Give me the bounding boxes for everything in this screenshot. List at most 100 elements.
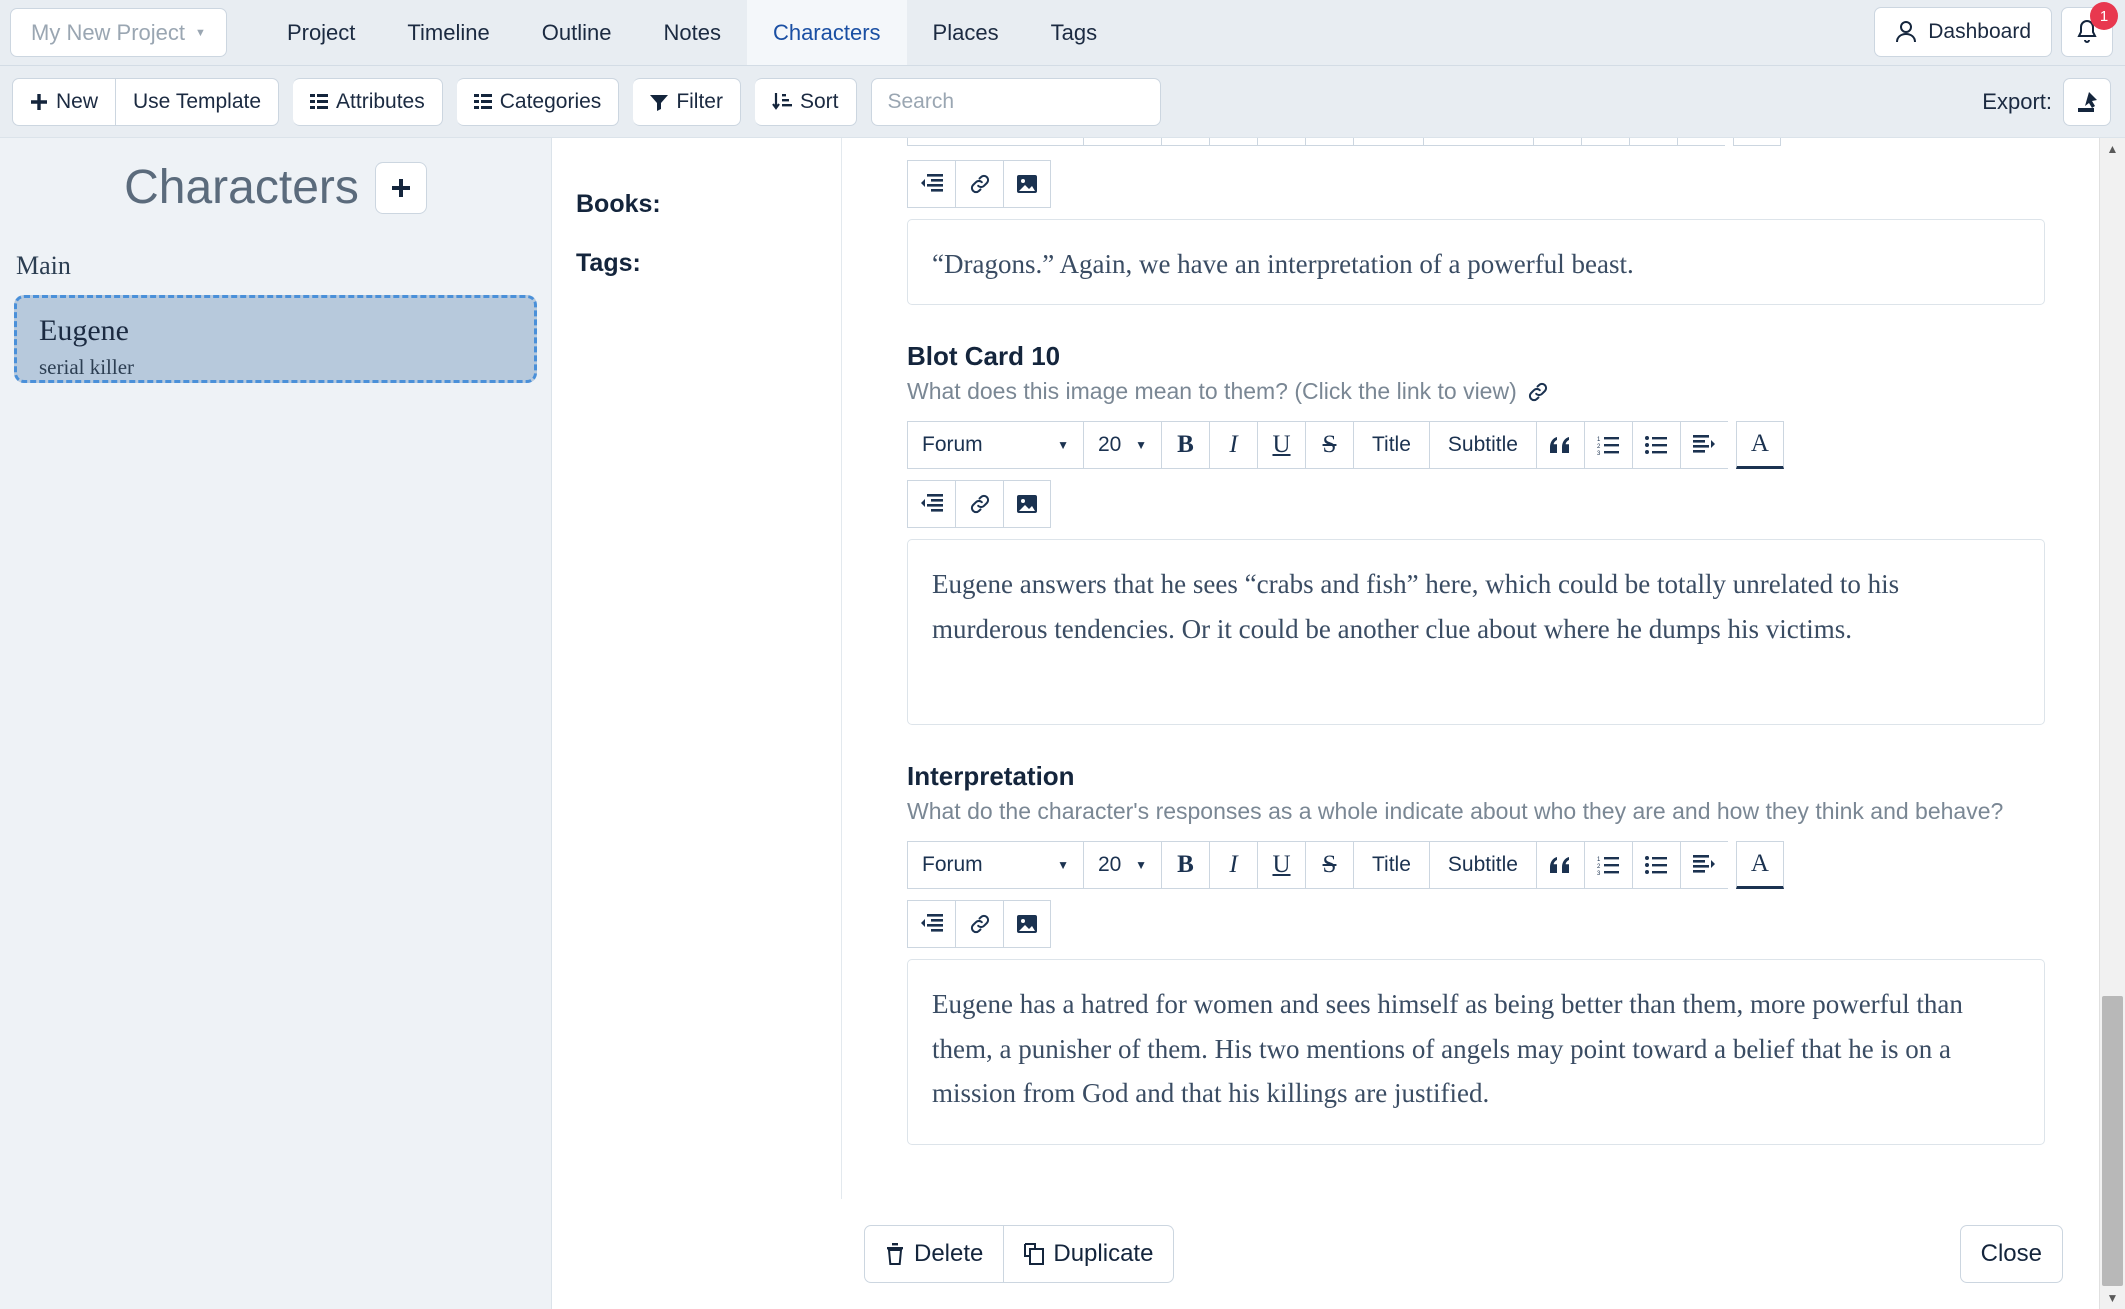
blockquote-button[interactable] (1536, 841, 1584, 889)
blot-card-10-description: What does this image mean to them? (Clic… (907, 378, 1517, 405)
italic-button[interactable]: I (1209, 841, 1257, 889)
subtitle-style-button[interactable]: Subtitle (1429, 421, 1536, 469)
add-character-button[interactable] (375, 162, 427, 214)
character-card-eugene[interactable]: Eugene serial killer (14, 295, 537, 383)
search-input[interactable] (871, 78, 1161, 126)
notifications-button[interactable]: 1 (2061, 7, 2113, 57)
detail-fields-column: “Dragons.” Again, we have an interpretat… (842, 138, 2125, 1309)
interpretation-textarea[interactable]: Eugene has a hatred for women and sees h… (907, 959, 2045, 1145)
editor-toolbar-row2 (907, 480, 1054, 528)
blot-card-10-text: Eugene answers that he sees “crabs and f… (932, 569, 1899, 644)
blockquote-button[interactable] (1536, 421, 1584, 469)
bold-button[interactable]: B (1161, 841, 1209, 889)
close-button[interactable]: Close (1960, 1225, 2063, 1283)
chevron-down-icon: ▼ (1135, 858, 1147, 872)
blot-card-10-textarea[interactable]: Eugene answers that he sees “crabs and f… (907, 539, 2045, 725)
sort-button[interactable]: Sort (755, 78, 857, 126)
plus-icon (390, 177, 412, 199)
font-family-select-clipped[interactable] (907, 138, 1083, 146)
image-button[interactable] (1003, 900, 1051, 948)
text-color-button[interactable]: A (1736, 841, 1784, 889)
link-button[interactable] (955, 900, 1003, 948)
tab-characters[interactable]: Characters (747, 0, 907, 65)
bold-button[interactable]: B (1161, 421, 1209, 469)
new-button[interactable]: New (12, 78, 116, 126)
blot-card-9-textarea[interactable]: “Dragons.” Again, we have an interpretat… (907, 219, 2045, 305)
categories-button[interactable]: Categories (457, 78, 620, 126)
bold-button-clipped[interactable] (1161, 138, 1209, 146)
tab-label: Places (933, 20, 999, 46)
export-button[interactable] (2063, 78, 2111, 126)
bullet-list-button-clipped[interactable] (1629, 138, 1677, 146)
tab-timeline[interactable]: Timeline (381, 0, 515, 65)
tab-label: Project (287, 20, 355, 46)
scroll-up-arrow-icon[interactable]: ▲ (2100, 138, 2125, 160)
interpretation-text: Eugene has a hatred for women and sees h… (932, 989, 1963, 1108)
page-title: Characters (124, 160, 359, 215)
text-color-button-clipped[interactable] (1733, 138, 1781, 146)
tab-outline[interactable]: Outline (516, 0, 638, 65)
categories-group: Categories (457, 78, 620, 126)
export-icon (2075, 90, 2099, 114)
title-button-clipped[interactable] (1353, 138, 1423, 146)
strike-button-clipped[interactable] (1305, 138, 1353, 146)
tab-places[interactable]: Places (907, 0, 1025, 65)
italic-button[interactable]: I (1209, 421, 1257, 469)
strikethrough-button[interactable]: S (1305, 841, 1353, 889)
use-template-button[interactable]: Use Template (116, 78, 279, 126)
font-family-select[interactable]: Forum ▼ (907, 841, 1083, 889)
svg-text:1: 1 (1597, 857, 1601, 863)
font-size-select[interactable]: 20 ▼ (1083, 841, 1161, 889)
blot-card-10-description-row: What does this image mean to them? (Clic… (907, 378, 2045, 405)
outdent-button[interactable] (907, 480, 955, 528)
scrollbar-thumb[interactable] (2102, 996, 2123, 1286)
bullet-list-button[interactable] (1632, 841, 1680, 889)
tab-notes[interactable]: Notes (637, 0, 746, 65)
attributes-button[interactable]: Attributes (293, 78, 443, 126)
editor-toolbar-clipped[interactable] (907, 138, 1959, 146)
font-size-select[interactable]: 20 ▼ (1083, 421, 1161, 469)
strikethrough-button[interactable]: S (1305, 421, 1353, 469)
image-button[interactable] (1003, 160, 1051, 208)
title-style-button[interactable]: Title (1353, 841, 1429, 889)
italic-button-clipped[interactable] (1209, 138, 1257, 146)
tab-tags[interactable]: Tags (1025, 0, 1123, 65)
dashboard-button[interactable]: Dashboard (1874, 7, 2052, 57)
subtitle-button-clipped[interactable] (1423, 138, 1533, 146)
indent-button[interactable] (1680, 841, 1728, 889)
detail-meta-column: Books: Tags: (552, 138, 842, 1309)
underline-button[interactable]: U (1257, 841, 1305, 889)
ordered-list-button[interactable]: 123 (1584, 841, 1632, 889)
outdent-button[interactable] (907, 160, 955, 208)
image-button[interactable] (1003, 480, 1051, 528)
title-style-button[interactable]: Title (1353, 421, 1429, 469)
project-selector[interactable]: My New Project ▼ (10, 8, 227, 57)
duplicate-button[interactable]: Duplicate (1004, 1225, 1174, 1283)
detail-footer: Delete Duplicate Close (552, 1199, 2125, 1309)
delete-button[interactable]: Delete (864, 1225, 1004, 1283)
indent-button-clipped[interactable] (1677, 138, 1725, 146)
tab-project[interactable]: Project (261, 0, 381, 65)
blockquote-button-clipped[interactable] (1533, 138, 1581, 146)
filter-button[interactable]: Filter (633, 78, 741, 126)
subtitle-style-button[interactable]: Subtitle (1429, 841, 1536, 889)
bullet-list-button[interactable] (1632, 421, 1680, 469)
trash-icon (885, 1243, 905, 1265)
svg-text:2: 2 (1597, 444, 1601, 450)
text-color-button[interactable]: A (1736, 421, 1784, 469)
underline-button[interactable]: U (1257, 421, 1305, 469)
chevron-down-icon: ▼ (195, 27, 206, 39)
ordered-list-button-clipped[interactable] (1581, 138, 1629, 146)
outdent-button[interactable] (907, 900, 955, 948)
vertical-scrollbar[interactable]: ▲ ▼ (2099, 138, 2125, 1309)
font-family-select[interactable]: Forum ▼ (907, 421, 1083, 469)
underline-button-clipped[interactable] (1257, 138, 1305, 146)
ordered-list-button[interactable]: 123 (1584, 421, 1632, 469)
link-icon[interactable] (1527, 381, 1549, 403)
link-button[interactable] (955, 480, 1003, 528)
font-size-value: 20 (1098, 433, 1121, 457)
indent-button[interactable] (1680, 421, 1728, 469)
font-size-select-clipped[interactable] (1083, 138, 1161, 146)
scroll-down-arrow-icon[interactable]: ▼ (2100, 1287, 2125, 1309)
link-button[interactable] (955, 160, 1003, 208)
